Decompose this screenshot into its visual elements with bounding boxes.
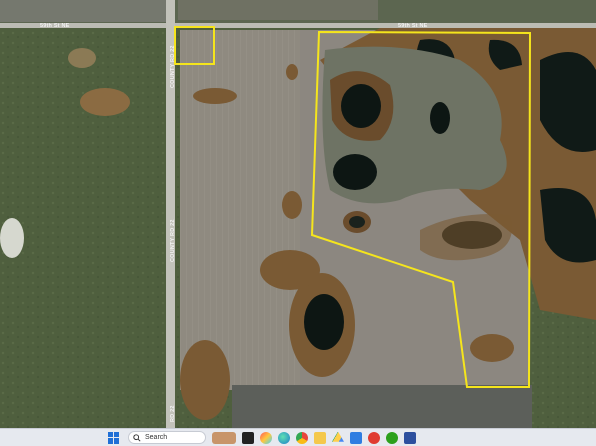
road-label-county-lower: RD 22: [170, 405, 176, 422]
paint-icon[interactable]: [260, 431, 272, 444]
search-label: Search: [145, 434, 168, 441]
quickbooks-icon[interactable]: [386, 431, 398, 444]
search-icon: [133, 433, 141, 442]
salt-flat: [0, 218, 24, 258]
widget-icon[interactable]: [212, 431, 236, 444]
field-north-mid: [178, 0, 378, 20]
taskbar: Search: [0, 428, 596, 446]
edge-icon[interactable]: [278, 431, 290, 444]
pond-north-inner: [341, 84, 381, 128]
road-59th-st: [0, 23, 596, 28]
wetland-west-2: [68, 48, 96, 68]
wetland-small-1: [286, 64, 298, 80]
store-icon[interactable]: [350, 431, 362, 444]
pond-south: [304, 294, 344, 350]
wetland-small-2: [282, 191, 302, 219]
windows-start-icon[interactable]: [108, 431, 120, 444]
pond-small: [349, 216, 365, 228]
terminal-icon[interactable]: [242, 431, 254, 444]
pond-west-inner: [333, 154, 377, 190]
wetland-central: [260, 250, 320, 290]
aerial-map[interactable]: 59th St NE 59th St NE COUNTY RD 22 COUNT…: [0, 0, 596, 428]
road-label-north-right: 59th St NE: [398, 23, 428, 29]
search-input[interactable]: Search: [128, 431, 206, 444]
field-south: [232, 385, 532, 428]
file-explorer-icon[interactable]: [314, 431, 326, 444]
app-icon[interactable]: [404, 431, 416, 444]
wetland-southwest: [180, 340, 230, 420]
wetland-small-3: [193, 88, 237, 104]
chrome-icon[interactable]: [296, 431, 308, 444]
road-label-county-middle: COUNTY RD 22: [170, 219, 176, 262]
drive-icon[interactable]: [332, 431, 344, 442]
road-label-north-left: 59th St NE: [40, 23, 70, 29]
wetland-southeast: [470, 334, 514, 362]
pond-mid-north: [430, 102, 450, 134]
field-north-left: [0, 0, 170, 22]
security-icon[interactable]: [368, 431, 380, 444]
wetland-west-1: [80, 88, 130, 116]
